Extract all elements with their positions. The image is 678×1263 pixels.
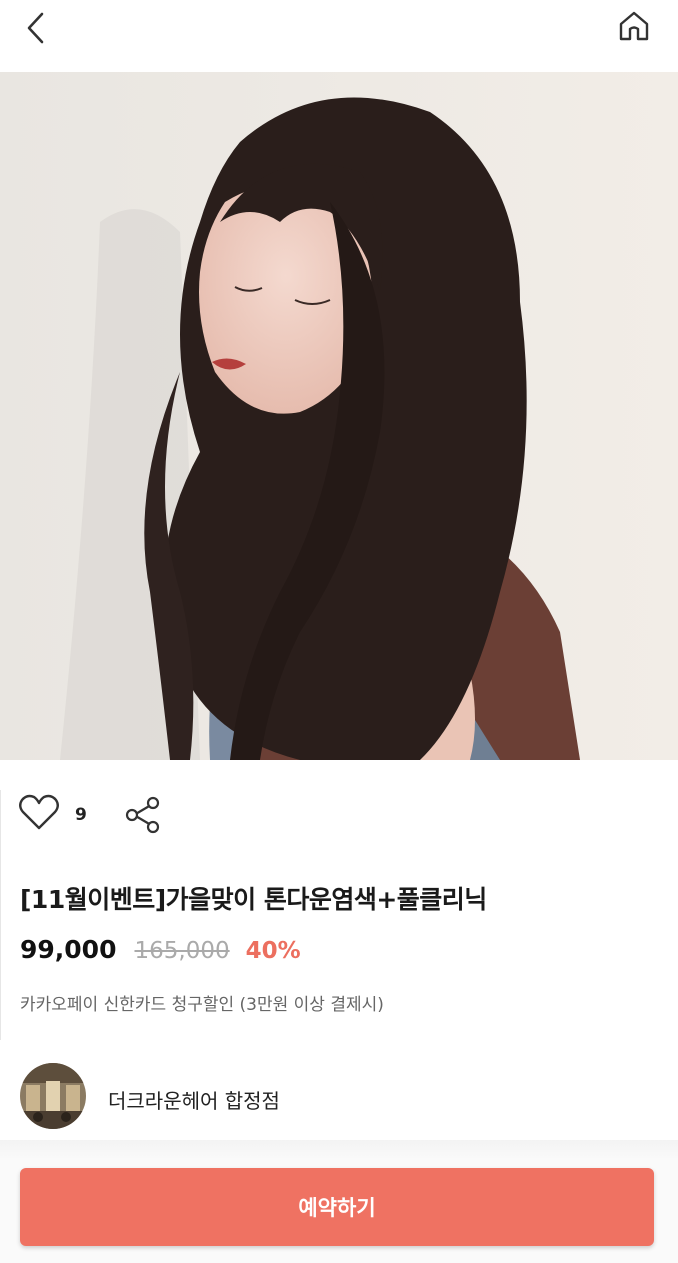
bottom-bar: 예약하기 xyxy=(0,1140,678,1263)
discount-rate: 40% xyxy=(245,938,301,964)
shop-name: 더크라운헤어 합정점 xyxy=(108,1089,280,1113)
action-row: 9 xyxy=(0,760,678,870)
top-bar xyxy=(0,0,678,72)
heart-icon xyxy=(19,794,59,830)
reserve-button[interactable]: 예약하기 xyxy=(20,1168,654,1246)
product-title: [11월이벤트]가을맞이 톤다운염색+풀클리닉 xyxy=(20,885,487,914)
like-button[interactable] xyxy=(18,794,60,836)
divider xyxy=(0,790,1,1040)
back-button[interactable] xyxy=(14,6,58,50)
chevron-left-icon xyxy=(27,12,44,44)
share-button[interactable] xyxy=(124,796,162,838)
share-icon xyxy=(125,796,160,834)
home-icon xyxy=(619,11,649,41)
shop-link[interactable]: 더크라운헤어 합정점 xyxy=(20,1063,660,1131)
price-row: 99,000 165,000 40% xyxy=(20,935,301,964)
product-photo xyxy=(0,72,678,760)
home-button[interactable] xyxy=(612,4,656,48)
original-price: 165,000 xyxy=(134,938,230,964)
promo-text: 카카오페이 신한카드 청구할인 (3만원 이상 결제시) xyxy=(20,995,384,1015)
sale-price: 99,000 xyxy=(20,935,117,964)
shop-avatar xyxy=(20,1063,86,1129)
like-count: 9 xyxy=(75,805,87,825)
